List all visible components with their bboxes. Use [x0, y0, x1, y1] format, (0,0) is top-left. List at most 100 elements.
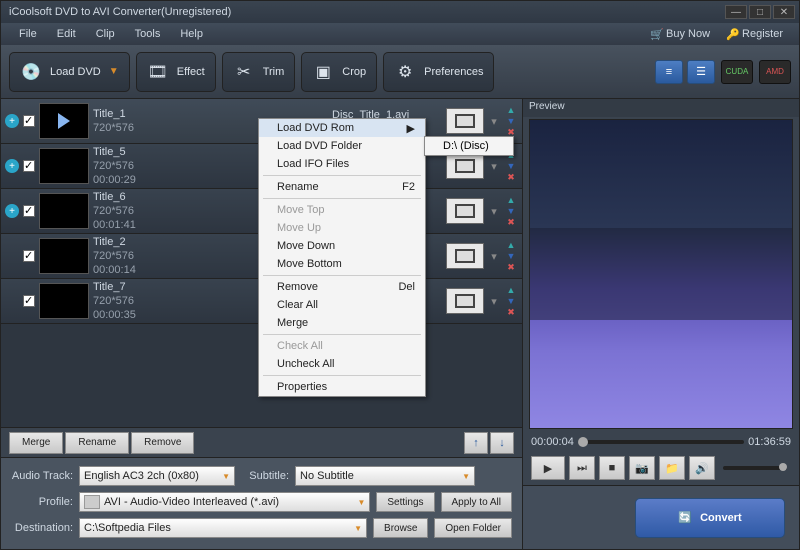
volume-slider[interactable]	[723, 466, 787, 470]
move-up-button[interactable]: ↑	[464, 432, 488, 454]
audio-track-label: Audio Track:	[11, 470, 73, 482]
move-down-icon[interactable]: ▼	[505, 206, 517, 216]
thumbnail[interactable]	[39, 148, 89, 184]
view-list-button[interactable]: ☰	[687, 60, 715, 84]
key-icon: 🔑	[726, 28, 738, 40]
menu-tools[interactable]: Tools	[125, 28, 171, 40]
chevron-down-icon[interactable]: ▾	[488, 160, 500, 173]
scissors-icon: ✂	[233, 61, 255, 83]
move-up-icon[interactable]: ▲	[505, 285, 517, 295]
chevron-down-icon[interactable]: ▾	[488, 115, 500, 128]
apply-all-button[interactable]: Apply to All	[441, 492, 512, 512]
move-down-button[interactable]: ↓	[490, 432, 514, 454]
play-button[interactable]: ▶	[531, 456, 565, 480]
remove-icon[interactable]: ✖	[505, 262, 517, 272]
expand-icon[interactable]: +	[5, 204, 19, 218]
expand-icon[interactable]: +	[5, 114, 19, 128]
chevron-down-icon[interactable]: ▾	[488, 205, 500, 218]
checkbox[interactable]	[23, 160, 35, 172]
profile-combo[interactable]: AVI - Audio-Video Interleaved (*.avi)	[79, 492, 370, 512]
context-submenu: D:\ (Disc)	[424, 136, 514, 156]
destination-label: Destination:	[11, 522, 73, 534]
seek-slider[interactable]	[578, 440, 744, 444]
register-link[interactable]: 🔑Register	[718, 28, 791, 40]
thumbnail[interactable]	[39, 193, 89, 229]
snapshot-folder-button[interactable]: 📁	[659, 456, 685, 480]
checkbox[interactable]	[23, 250, 35, 262]
format-button[interactable]	[446, 288, 484, 314]
checkbox[interactable]	[23, 115, 35, 127]
remove-icon[interactable]: ✖	[505, 217, 517, 227]
load-dvd-button[interactable]: 💿 Load DVD ▼	[9, 52, 130, 92]
volume-icon[interactable]: 🔊	[689, 456, 715, 480]
amd-badge: AMD	[759, 60, 791, 84]
remove-icon[interactable]: ✖	[505, 307, 517, 317]
format-button[interactable]	[446, 198, 484, 224]
snapshot-button[interactable]: 📷	[629, 456, 655, 480]
ctx-rename[interactable]: RenameF2	[259, 178, 425, 196]
cart-icon: 🛒	[650, 28, 662, 40]
subtitle-label: Subtitle:	[241, 470, 289, 482]
chevron-down-icon[interactable]: ▾	[488, 295, 500, 308]
view-thumb-button[interactable]: ≡	[655, 60, 683, 84]
preferences-button[interactable]: ⚙Preferences	[383, 52, 494, 92]
ctx-load-dvd-rom[interactable]: Load DVD Rom▶	[259, 119, 425, 137]
ctx-merge[interactable]: Merge	[259, 314, 425, 332]
thumbnail[interactable]	[39, 238, 89, 274]
menu-clip[interactable]: Clip	[86, 28, 125, 40]
convert-button[interactable]: 🔄 Convert	[635, 498, 785, 538]
checkbox[interactable]	[23, 295, 35, 307]
format-button[interactable]	[446, 153, 484, 179]
thumbnail[interactable]	[39, 283, 89, 319]
minimize-button[interactable]: —	[725, 5, 747, 19]
menu-file[interactable]: File	[9, 28, 47, 40]
ctx-move-bottom[interactable]: Move Bottom	[259, 255, 425, 273]
stop-button[interactable]: ■	[599, 456, 625, 480]
format-button[interactable]	[446, 243, 484, 269]
settings-button[interactable]: Settings	[376, 492, 434, 512]
merge-button[interactable]: Merge	[9, 432, 63, 454]
rename-button[interactable]: Rename	[65, 432, 129, 454]
remove-icon[interactable]: ✖	[505, 172, 517, 182]
ctx-remove[interactable]: RemoveDel	[259, 278, 425, 296]
move-down-icon[interactable]: ▼	[505, 161, 517, 171]
move-down-icon[interactable]: ▼	[505, 296, 517, 306]
open-folder-button[interactable]: Open Folder	[434, 518, 512, 538]
remove-button[interactable]: Remove	[131, 432, 194, 454]
move-up-icon[interactable]: ▲	[505, 240, 517, 250]
ctx-check-all: Check All	[259, 337, 425, 355]
chevron-down-icon[interactable]: ▼	[109, 66, 119, 77]
menu-edit[interactable]: Edit	[47, 28, 86, 40]
trim-button[interactable]: ✂Trim	[222, 52, 296, 92]
ctx-drive-item[interactable]: D:\ (Disc)	[425, 137, 513, 155]
browse-button[interactable]: Browse	[373, 518, 428, 538]
menu-help[interactable]: Help	[170, 28, 213, 40]
move-down-icon[interactable]: ▼	[505, 251, 517, 261]
maximize-button[interactable]: □	[749, 5, 771, 19]
close-button[interactable]: ✕	[773, 5, 795, 19]
crop-button[interactable]: ▣Crop	[301, 52, 377, 92]
audio-track-combo[interactable]: English AC3 2ch (0x80)	[79, 466, 235, 486]
checkbox[interactable]	[23, 205, 35, 217]
ctx-properties[interactable]: Properties	[259, 378, 425, 396]
destination-field[interactable]: C:\Softpedia Files	[79, 518, 367, 538]
play-icon	[58, 113, 70, 129]
next-frame-button[interactable]: ⏭	[569, 456, 595, 480]
move-down-icon[interactable]: ▼	[505, 116, 517, 126]
move-up-icon[interactable]: ▲	[505, 195, 517, 205]
effect-button[interactable]: 🎞Effect	[136, 52, 216, 92]
chevron-down-icon[interactable]: ▾	[488, 250, 500, 263]
subtitle-combo[interactable]: No Subtitle	[295, 466, 475, 486]
time-current: 00:00:04	[531, 436, 574, 448]
format-button[interactable]	[446, 108, 484, 134]
thumbnail[interactable]	[39, 103, 89, 139]
move-up-icon[interactable]: ▲	[505, 105, 517, 115]
ctx-load-ifo[interactable]: Load IFO Files	[259, 155, 425, 173]
ctx-uncheck-all[interactable]: Uncheck All	[259, 355, 425, 373]
ctx-clear-all[interactable]: Clear All	[259, 296, 425, 314]
cuda-badge: CUDA	[721, 60, 753, 84]
ctx-load-dvd-folder[interactable]: Load DVD Folder	[259, 137, 425, 155]
buy-now-link[interactable]: 🛒Buy Now	[642, 28, 718, 40]
ctx-move-down[interactable]: Move Down	[259, 237, 425, 255]
expand-icon[interactable]: +	[5, 159, 19, 173]
